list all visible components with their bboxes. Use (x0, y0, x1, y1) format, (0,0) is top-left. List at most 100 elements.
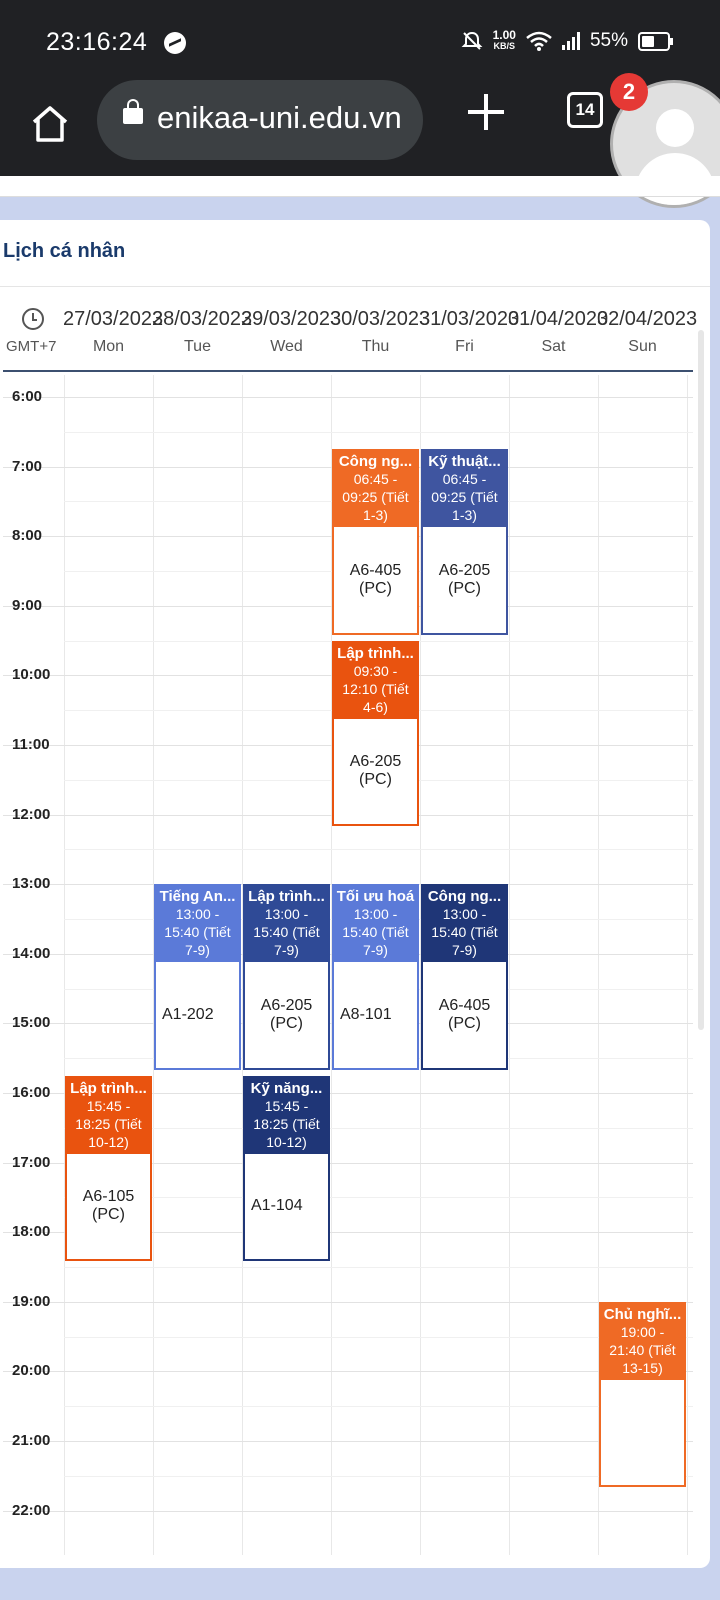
event-time: 13:00 - 15:40 (Tiết 7-9) (253, 906, 320, 959)
page-title: Lịch cá nhân (3, 240, 126, 262)
bell-off-icon (461, 31, 483, 50)
day-header-name: Sat (541, 338, 566, 355)
hour-label: 7:00 (12, 457, 43, 475)
event-title: Lập trình... (337, 644, 414, 662)
event-block[interactable]: Kỹ thuật... 06:45 - 09:25 (Tiết 1-3) A6-20… (421, 449, 508, 635)
new-tab-icon[interactable] (468, 94, 504, 130)
address-bar[interactable]: enikaa-uni.edu.vn (97, 80, 423, 160)
event-room: A1-202 (162, 1005, 214, 1023)
event-title: Tối ưu hoá (336, 888, 415, 906)
event-header: Chủ nghĩ... 19:00 - 21:40 (Tiết 13-15) (601, 1303, 684, 1380)
hour-label: 15:00 (12, 1014, 51, 1032)
event-block[interactable]: Kỹ năng... 15:45 - 18:25 (Tiết 10-12) A1-1… (243, 1075, 330, 1262)
half-hour-line (64, 431, 693, 433)
divider (0, 286, 710, 287)
event-room: A6-205 (PC) (260, 996, 313, 1032)
battery-percent: 55% (589, 30, 628, 51)
event-room: A6-105 (PC) (82, 1188, 135, 1224)
status-icons: 1.00 KB/S 55% (461, 28, 673, 52)
page-top-strip (0, 176, 720, 197)
day-header-date: 01/04/2023 (508, 308, 609, 330)
event-room: A8-101 (340, 1005, 392, 1023)
event-title: Kỹ năng... (250, 1079, 323, 1097)
day-column-line (509, 375, 510, 1555)
hour-label: 8:00 (12, 527, 43, 545)
event-block[interactable]: Tối ưu hoá 13:00 - 15:40 (Tiết 7-9) A8-101 (332, 884, 419, 1070)
event-block[interactable]: Lập trình... 09:30 - 12:10 (Tiết 4-6) A6-2… (332, 640, 419, 827)
event-title: Tiếng An... (159, 888, 236, 906)
hour-label: 19:00 (12, 1292, 51, 1310)
day-header-name: Tue (184, 338, 211, 355)
day-header-name: Thu (361, 338, 390, 355)
event-header: Lập trình... 09:30 - 12:10 (Tiết 4-6) (334, 642, 417, 719)
header-divider (3, 370, 693, 372)
day-column-line (687, 375, 688, 1555)
day-header-date: 02/04/2023 (597, 308, 698, 330)
day-header-date: 27/03/2023 (63, 308, 164, 330)
event-title: Kỹ thuật... (428, 453, 501, 471)
hour-label: 10:00 (12, 666, 51, 684)
event-block[interactable]: Lập trình... 13:00 - 15:40 (Tiết 7-9) A6-2… (243, 884, 330, 1070)
day-header-date: 28/03/2023 (152, 308, 253, 330)
event-room: A6-405 (PC) (438, 996, 491, 1032)
event-room: A6-205 (PC) (349, 753, 402, 789)
clock-icon (22, 308, 44, 330)
hour-label: 14:00 (12, 944, 51, 962)
url-text: enikaa-uni.edu.vn (157, 100, 402, 135)
event-block[interactable]: Tiếng An... 13:00 - 15:40 (Tiết 7-9) A1-20… (154, 884, 241, 1070)
event-title: Công ng... (338, 453, 413, 471)
hour-label: 6:00 (12, 388, 43, 405)
event-header: Công ng... 06:45 - 09:25 (Tiết 1-3) (334, 451, 417, 528)
day-header-name: Wed (270, 338, 303, 355)
day-column-line (64, 375, 65, 1555)
tab-switcher-button[interactable]: 14 (567, 92, 603, 128)
event-header: Kỹ thuật... 06:45 - 09:25 (Tiết 1-3) (423, 451, 506, 528)
event-header: Lập trình... 15:45 - 18:25 (Tiết 10-12) (67, 1077, 150, 1154)
hour-label: 17:00 (12, 1153, 51, 1171)
scrollbar[interactable] (698, 330, 704, 1030)
hour-line (3, 1441, 693, 1442)
hour-label: 11:00 (12, 736, 50, 753)
half-hour-line (64, 849, 693, 851)
hour-label: 13:00 (12, 875, 51, 893)
event-header: Tiếng An... 13:00 - 15:40 (Tiết 7-9) (156, 886, 239, 963)
day-header-date: 31/03/2023 (419, 308, 520, 330)
hour-label: 18:00 (12, 1223, 51, 1241)
day-header-date: 30/03/2023 (330, 308, 431, 330)
status-bar: 23:16:24 1.00 KB/S 55% (0, 0, 720, 86)
home-icon[interactable] (28, 102, 72, 146)
hour-label: 21:00 (12, 1432, 51, 1449)
half-hour-line (64, 1127, 693, 1129)
event-time: 09:30 - 12:10 (Tiết 4-6) (342, 662, 409, 715)
event-block[interactable]: Lập trình... 15:45 - 18:25 (Tiết 10-12) A6… (65, 1075, 152, 1262)
event-block[interactable]: Công ng... 13:00 - 15:40 (Tiết 7-9) A6-405… (421, 884, 508, 1070)
signal-icon (561, 32, 580, 50)
event-time: 15:45 - 18:25 (Tiết 10-12) (253, 1097, 320, 1150)
event-time: 15:45 - 18:25 (Tiết 10-12) (75, 1097, 142, 1150)
hour-line (3, 1371, 693, 1373)
event-header: Tối ưu hoá 13:00 - 15:40 (Tiết 7-9) (334, 886, 417, 963)
event-time: 13:00 - 15:40 (Tiết 7-9) (431, 906, 498, 959)
speed-value: 1.00 (492, 28, 516, 42)
event-block[interactable]: Chủ nghĩ... 19:00 - 21:40 (Tiết 13-15) (599, 1301, 686, 1488)
event-title: Lập trình... (248, 888, 325, 906)
timezone-label: GMT+7 (6, 338, 57, 355)
event-time: 13:00 - 15:40 (Tiết 7-9) (164, 906, 231, 959)
event-time: 06:45 - 09:25 (Tiết 1-3) (342, 471, 409, 524)
hour-label: 20:00 (12, 1362, 51, 1380)
event-room: A6-205 (PC) (438, 561, 491, 597)
notification-badge: 2 (610, 73, 648, 111)
messenger-icon (164, 32, 186, 54)
event-room: A1-104 (251, 1197, 303, 1215)
event-block[interactable]: Công ng... 06:45 - 09:25 (Tiết 1-3) A6-405… (332, 449, 419, 635)
half-hour-line (64, 1197, 693, 1199)
event-time: 19:00 - 21:40 (Tiết 13-15) (609, 1323, 676, 1376)
event-title: Chủ nghĩ... (603, 1305, 682, 1323)
event-header: Công ng... 13:00 - 15:40 (Tiết 7-9) (423, 886, 506, 963)
hour-label: 12:00 (12, 805, 51, 823)
network-speed: 1.00 KB/S (492, 28, 516, 52)
event-time: 13:00 - 15:40 (Tiết 7-9) (342, 906, 409, 959)
event-room: A6-405 (PC) (349, 561, 402, 597)
event-header: Kỹ năng... 15:45 - 18:25 (Tiết 10-12) (245, 1077, 328, 1154)
browser-toolbar: enikaa-uni.edu.vn 14 2 (0, 73, 720, 208)
